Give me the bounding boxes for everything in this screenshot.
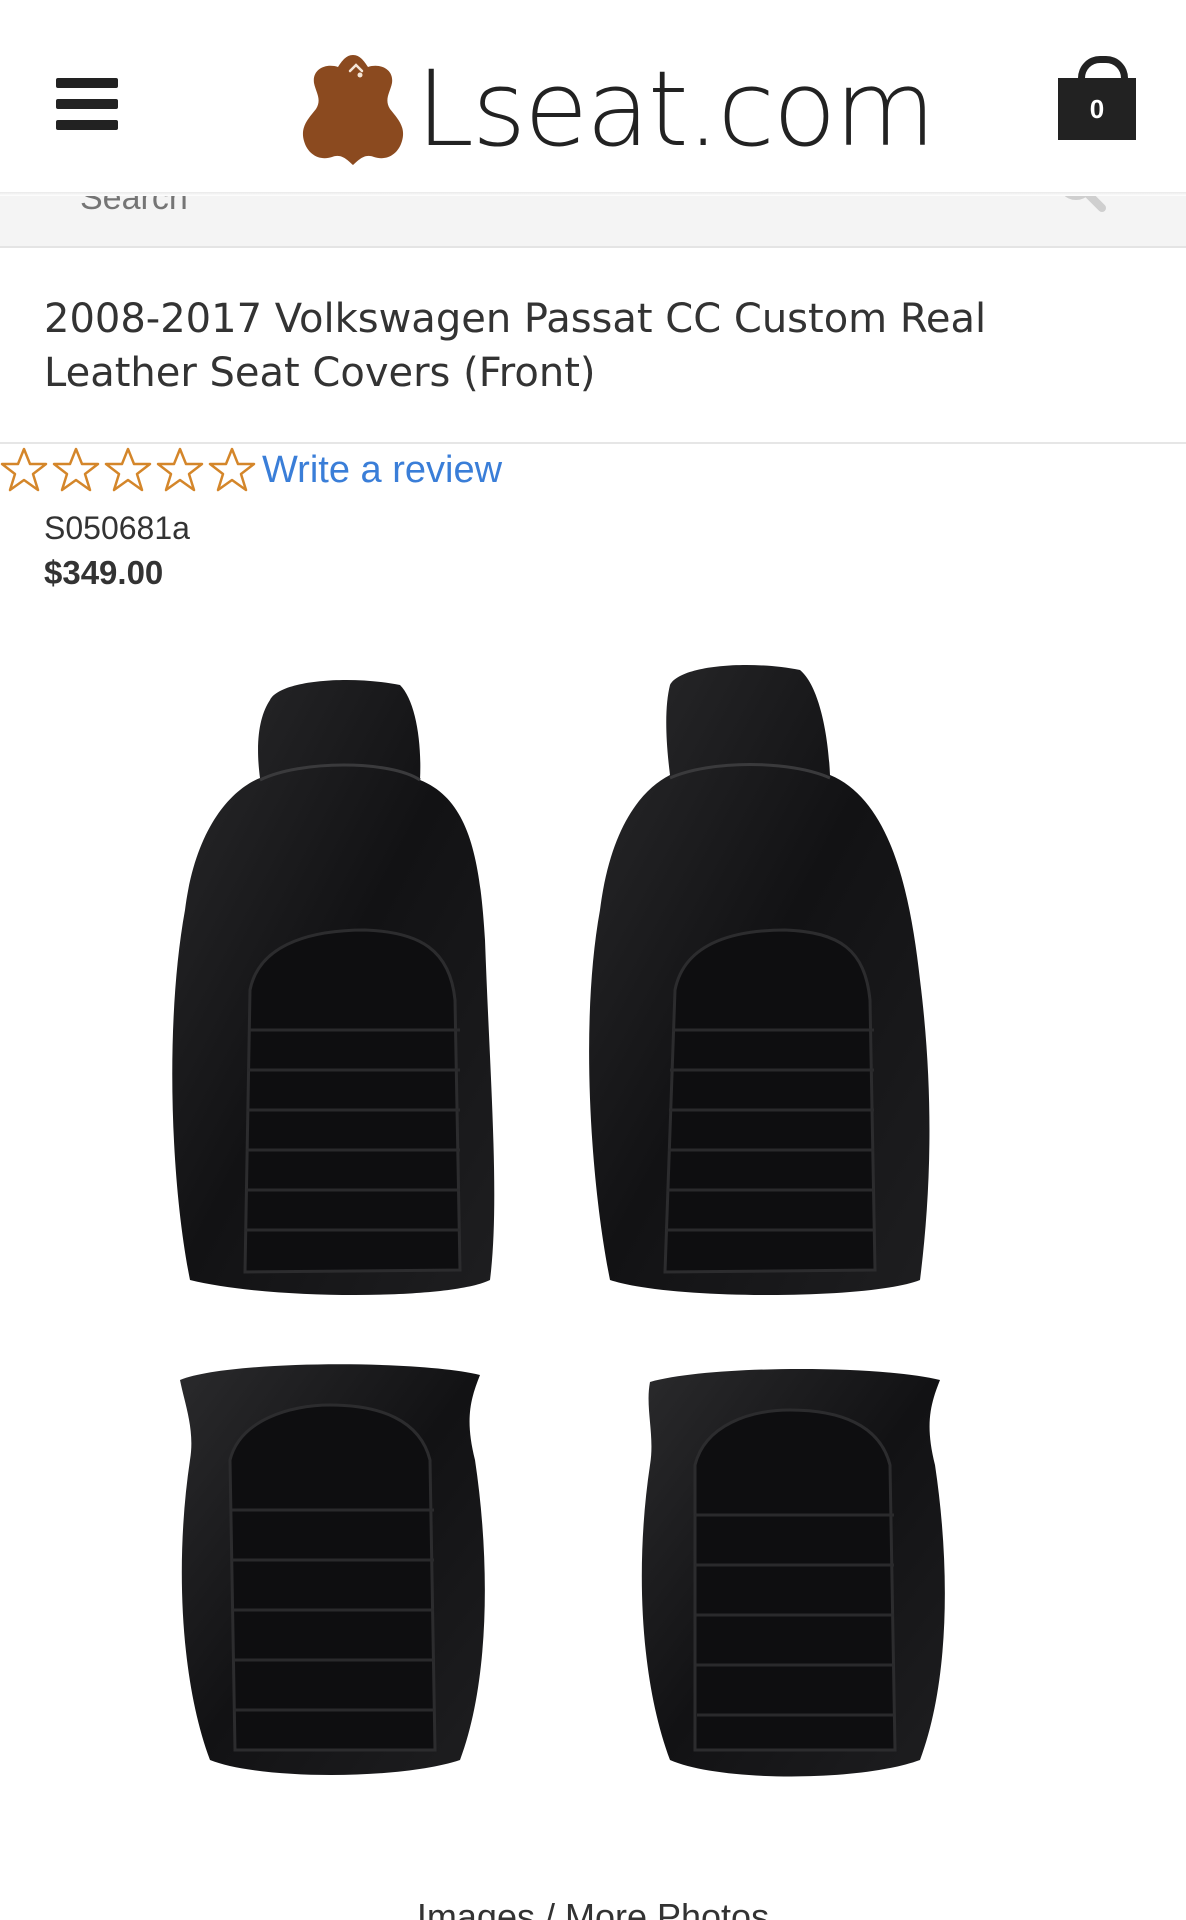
product-page: Lseat.com 0 2008-2017 Volkswagen Passat … <box>0 0 1186 1920</box>
header-divider <box>0 192 1186 196</box>
product-title: 2008-2017 Volkswagen Passat CC Custom Re… <box>44 296 987 396</box>
product-price: $349.00 <box>44 554 164 591</box>
menu-line-icon <box>56 78 118 88</box>
left-backrest <box>172 680 495 1295</box>
right-backrest <box>589 665 930 1295</box>
product-rating: Write a review <box>0 444 502 496</box>
left-seat-cushion <box>180 1364 485 1775</box>
cart-button[interactable]: 0 <box>1058 56 1138 140</box>
cart-count-badge: 0 <box>1058 78 1136 140</box>
star-outline-icon[interactable] <box>0 446 48 494</box>
star-outline-icon[interactable] <box>208 446 256 494</box>
product-title-section: 2008-2017 Volkswagen Passat CC Custom Re… <box>0 248 1186 444</box>
product-image[interactable] <box>150 660 1050 1840</box>
star-outline-icon[interactable] <box>156 446 204 494</box>
site-header: Lseat.com 0 <box>0 0 1186 196</box>
more-photos-link[interactable]: Images / More Photos <box>0 1896 1186 1920</box>
menu-line-icon <box>56 99 118 109</box>
right-seat-cushion <box>641 1368 945 1777</box>
logo-text: Lseat.com <box>416 48 936 170</box>
product-sku: S050681a <box>44 510 190 546</box>
star-outline-icon[interactable] <box>52 446 100 494</box>
star-outline-icon[interactable] <box>104 446 152 494</box>
write-review-link[interactable]: Write a review <box>262 449 502 492</box>
leather-hide-icon <box>302 55 404 165</box>
site-logo[interactable]: Lseat.com <box>294 44 936 174</box>
menu-line-icon <box>56 120 118 130</box>
hamburger-menu-button[interactable] <box>56 78 120 130</box>
